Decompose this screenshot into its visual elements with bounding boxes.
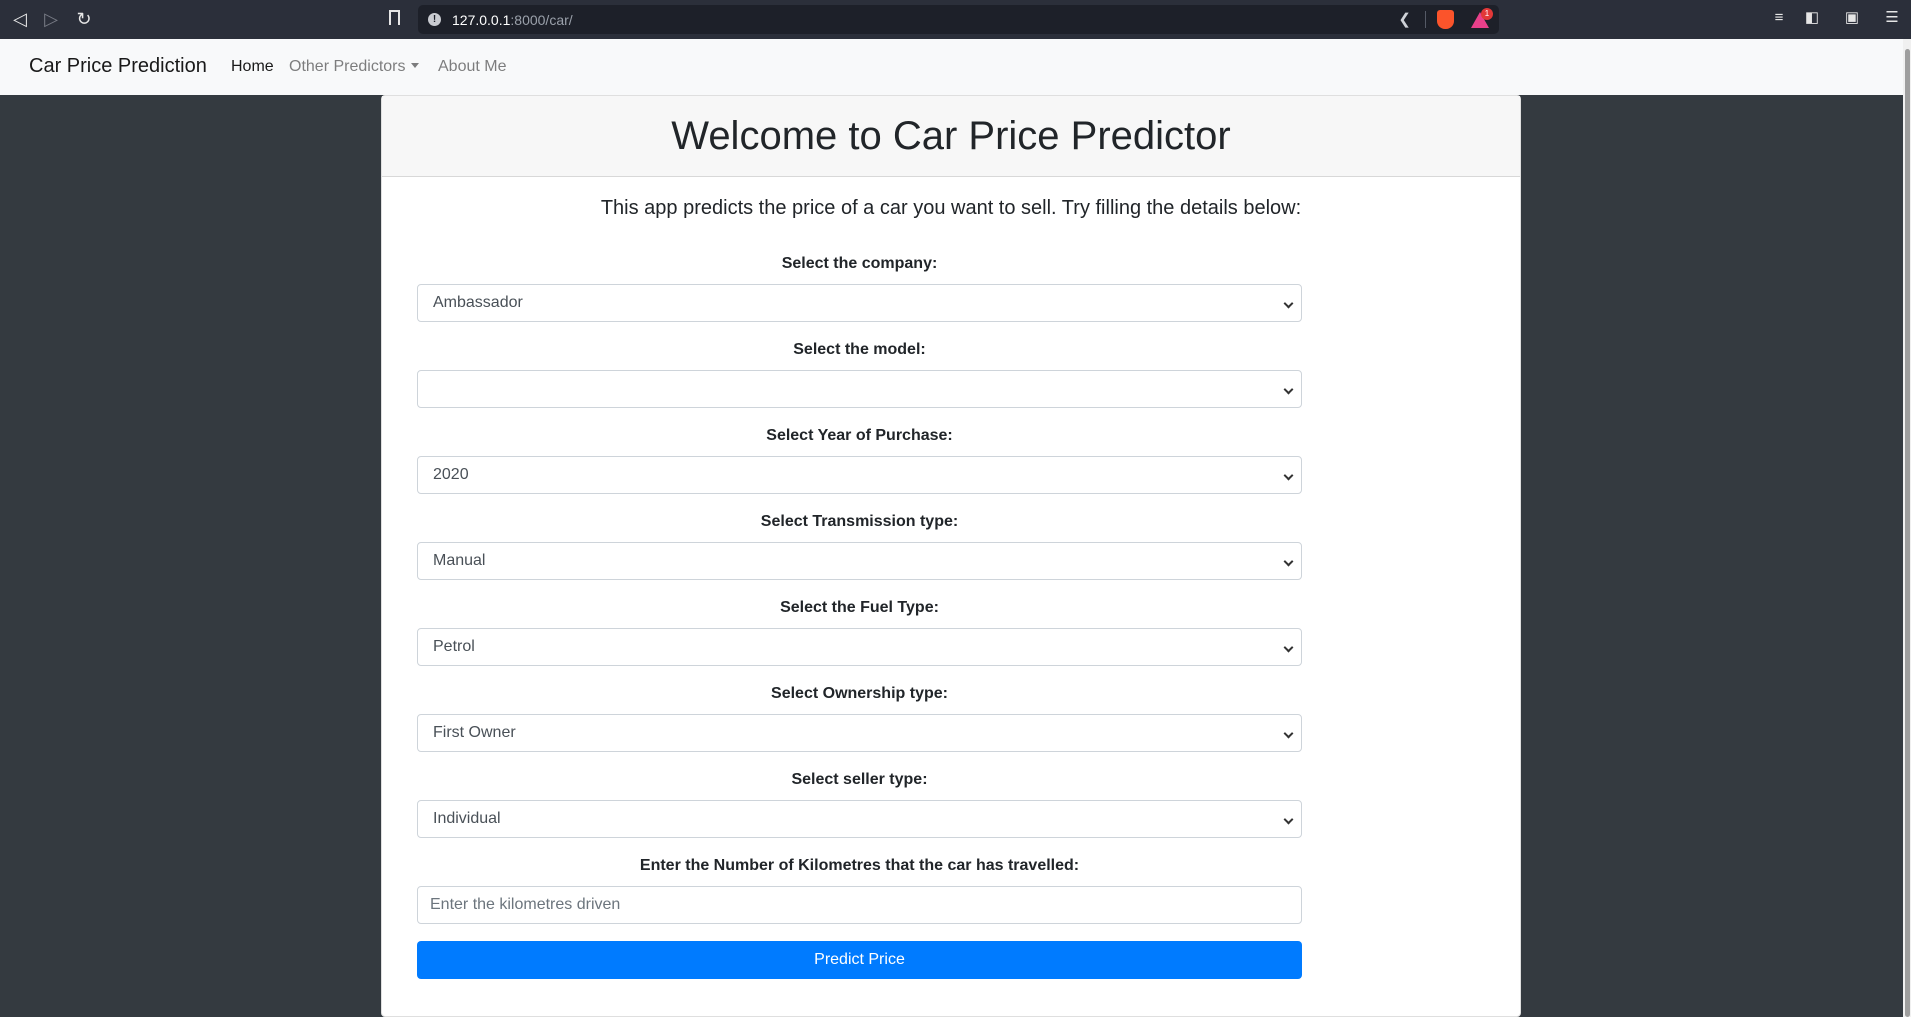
year-select[interactable]: 2020	[417, 456, 1302, 494]
intro-text: This app predicts the price of a car you…	[600, 197, 1302, 219]
bookmark-icon[interactable]	[389, 10, 400, 25]
nav-other-predictors-label: Other Predictors	[289, 58, 406, 75]
sidebar-icon[interactable]: ◧	[1803, 10, 1821, 26]
year-select-value: 2020	[433, 466, 469, 483]
divider	[1425, 11, 1426, 28]
card-header: Welcome to Car Price Predictor	[382, 96, 1520, 177]
playlist-icon[interactable]: ≡	[1770, 10, 1788, 26]
forward-icon[interactable]: ▷	[39, 8, 63, 30]
caret-down-icon	[411, 63, 420, 68]
kms-label: Enter the Number of Kilometres that the …	[639, 857, 1080, 874]
nav-home[interactable]: Home	[231, 58, 274, 76]
seller-label: Select seller type:	[791, 771, 928, 788]
model-select[interactable]	[417, 370, 1302, 408]
address-bar[interactable]: ! 127.0.0.1:8000/car/ ❮ 1	[418, 5, 1499, 34]
share-icon[interactable]: ❮	[1398, 10, 1411, 28]
brave-shields-icon[interactable]	[1437, 10, 1454, 29]
nav-about-me[interactable]: About Me	[438, 58, 506, 76]
chevron-down-icon	[1283, 298, 1294, 309]
site-info-icon[interactable]: !	[428, 13, 441, 26]
browser-toolbar: ◁ ▷ ↻ ! 127.0.0.1:8000/car/ ❮ 1 ≡ ◧ ▣ ☰	[0, 0, 1911, 39]
fuel-select[interactable]: Petrol	[417, 628, 1302, 666]
url-host: 127.0.0.1	[452, 12, 511, 28]
back-icon[interactable]: ◁	[8, 8, 32, 30]
year-label: Select Year of Purchase:	[766, 427, 953, 444]
kms-input[interactable]: Enter the kilometres driven	[417, 886, 1302, 924]
menu-icon[interactable]: ☰	[1883, 10, 1901, 26]
seller-select-value: Individual	[433, 810, 501, 827]
ownership-select-value: First Owner	[433, 724, 516, 741]
fuel-label: Select the Fuel Type:	[780, 599, 939, 616]
scrollbar-thumb[interactable]	[1905, 49, 1910, 1017]
chevron-down-icon	[1283, 470, 1294, 481]
company-select[interactable]: Ambassador	[417, 284, 1302, 322]
chevron-down-icon	[1283, 384, 1294, 395]
predict-price-button[interactable]: Predict Price	[417, 941, 1302, 979]
fuel-select-value: Petrol	[433, 638, 475, 655]
ownership-select[interactable]: First Owner	[417, 714, 1302, 752]
company-select-value: Ambassador	[433, 294, 523, 311]
chevron-down-icon	[1283, 642, 1294, 653]
wallet-icon[interactable]: ▣	[1843, 10, 1861, 26]
rewards-badge: 1	[1481, 8, 1493, 20]
transmission-label: Select Transmission type:	[760, 513, 959, 530]
chevron-down-icon	[1283, 728, 1294, 739]
page-title: Welcome to Car Price Predictor	[671, 114, 1231, 158]
navbar-brand[interactable]: Car Price Prediction	[29, 55, 207, 78]
site-navbar: Car Price Prediction Home Other Predicto…	[0, 39, 1911, 95]
company-label: Select the company:	[781, 255, 938, 272]
model-label: Select the model:	[793, 341, 926, 358]
ownership-label: Select Ownership type:	[771, 685, 948, 702]
reload-icon[interactable]: ↻	[72, 8, 96, 30]
url-path: :8000/car/	[510, 12, 573, 28]
url-text[interactable]: 127.0.0.1:8000/car/	[452, 12, 573, 28]
nav-other-predictors[interactable]: Other Predictors	[289, 58, 420, 76]
seller-select[interactable]: Individual	[417, 800, 1302, 838]
chevron-down-icon	[1283, 814, 1294, 825]
transmission-select[interactable]: Manual	[417, 542, 1302, 580]
chevron-down-icon	[1283, 556, 1294, 567]
transmission-select-value: Manual	[433, 552, 486, 569]
predictor-card: Welcome to Car Price Predictor This app …	[381, 95, 1521, 1017]
